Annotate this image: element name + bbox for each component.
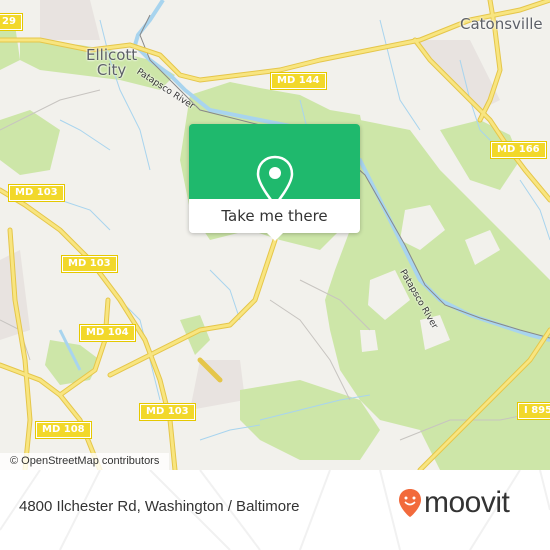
location-address: 4800 Ilchester Rd, Washington / Baltimor… <box>19 498 300 515</box>
map-pin-icon <box>256 155 294 207</box>
moovit-smiley-pin-icon <box>399 489 421 517</box>
popup-header <box>189 124 360 207</box>
road-shield-md103-a: MD 103 <box>8 184 65 202</box>
map-canvas[interactable]: Ellicott City Catonsville Patapsco River… <box>0 0 550 470</box>
place-label-ellicott-city: Ellicott City <box>86 46 138 79</box>
road-shield-md166: MD 166 <box>490 141 547 159</box>
road-shield-us29: 29 <box>0 13 23 31</box>
footer-bar: 4800 Ilchester Rd, Washington / Baltimor… <box>0 470 550 550</box>
location-popup: Take me there <box>189 124 360 241</box>
road-shield-i895: I 895 <box>516 402 550 420</box>
moovit-logo[interactable]: moovit <box>398 486 510 519</box>
road-shield-md108: MD 108 <box>35 421 92 439</box>
place-label-catonsville: Catonsville <box>460 15 543 33</box>
brand-name: moovit <box>424 486 510 519</box>
road-shield-md103-b: MD 103 <box>61 255 118 273</box>
map-attribution[interactable]: © OpenStreetMap contributors <box>0 453 170 470</box>
popup-pointer <box>267 233 283 241</box>
road-shield-md144: MD 144 <box>270 72 327 90</box>
road-shield-md103-c: MD 103 <box>139 403 196 421</box>
road-shield-md104: MD 104 <box>79 324 136 342</box>
